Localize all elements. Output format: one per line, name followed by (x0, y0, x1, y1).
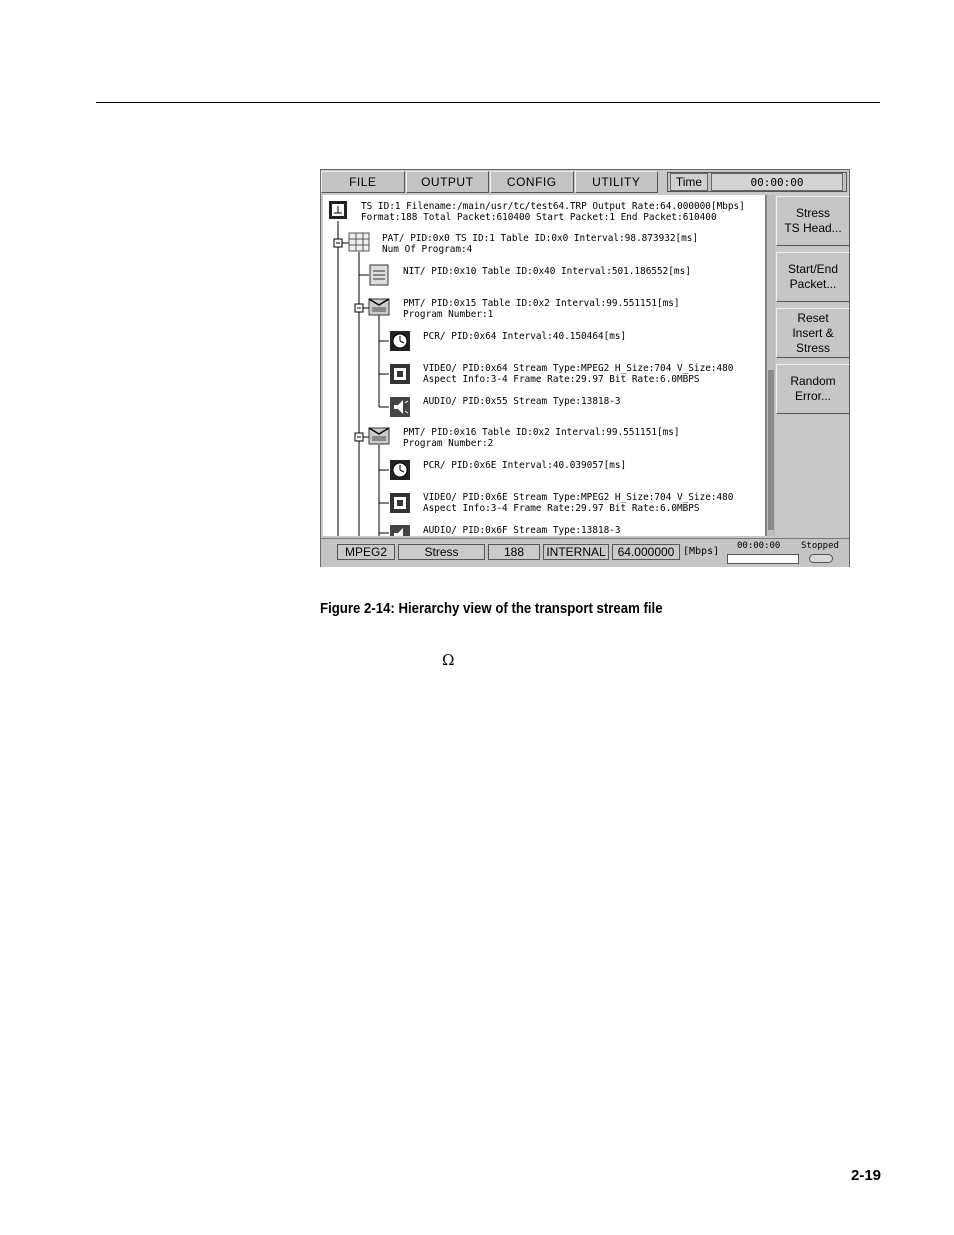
pcr1-info[interactable]: PCR/ PID:0x64 Interval:40.150464[ms] (423, 331, 626, 342)
status-packet-size: 188 (488, 544, 540, 560)
ts-info-line-1[interactable]: TS ID:1 Filename:/main/usr/tc/test64.TRP… (361, 201, 745, 212)
softkey-panel: Stress TS Head... Start/End Packet... Re… (776, 196, 850, 420)
menu-file[interactable]: FILE (321, 171, 405, 193)
status-progress (727, 554, 799, 564)
ts-hierarchy-screenshot: FILE OUTPUT CONFIG UTILITY Time 00:00:00 (320, 169, 850, 567)
video1-info-line-1[interactable]: VIDEO/ PID:0x64 Stream Type:MPEG2 H_Size… (423, 363, 734, 374)
start-end-packet-button[interactable]: Start/End Packet... (776, 252, 850, 302)
menu-config[interactable]: CONFIG (490, 171, 574, 193)
page-number: 2-19 (851, 1167, 882, 1184)
audio-icon-2 (390, 525, 410, 536)
pmt2-info-line-1[interactable]: PMT/ PID:0x16 Table ID:0x2 Interval:99.5… (403, 427, 680, 438)
video1-info-line-2: Aspect Info:3-4 Frame Rate:29.97 Bit Rat… (423, 374, 700, 385)
pmt1-info-line-2: Program Number:1 (403, 309, 494, 320)
video2-info-line-2: Aspect Info:3-4 Frame Rate:29.97 Bit Rat… (423, 503, 700, 514)
stress-ts-head-button[interactable]: Stress TS Head... (776, 196, 850, 246)
pmt-icon-2 (368, 427, 390, 445)
audio2-info[interactable]: AUDIO/ PID:0x6F Stream Type:13818-3 (423, 525, 621, 536)
status-clock: INTERNAL (543, 544, 609, 560)
omega-symbol: Ω (442, 651, 455, 669)
figure-caption: Figure 2-14: Hierarchy view of the trans… (320, 600, 663, 617)
tree-canvas: TS ID:1 Filename:/main/usr/tc/test64.TRP… (329, 201, 745, 536)
audio1-info[interactable]: AUDIO/ PID:0x55 Stream Type:13818-3 (423, 396, 621, 407)
pcr-icon-2 (390, 460, 410, 480)
pat-info-line-1[interactable]: PAT/ PID:0x0 TS ID:1 Table ID:0x0 Interv… (382, 233, 698, 244)
status-state: Stopped (801, 541, 839, 551)
status-time: 00:00:00 (737, 541, 781, 551)
pat-icon (348, 232, 370, 252)
status-indicator (809, 554, 833, 563)
time-display: Time 00:00:00 (667, 172, 847, 192)
pmt-icon (368, 298, 390, 316)
status-rate-unit: [Mbps] (683, 546, 720, 557)
menu-bar: FILE OUTPUT CONFIG UTILITY (321, 170, 659, 194)
scrollbar-thumb[interactable] (768, 370, 774, 530)
video2-info-line-1[interactable]: VIDEO/ PID:0x6E Stream Type:MPEG2 H_Size… (423, 492, 734, 503)
audio-icon (390, 397, 410, 417)
time-value: 00:00:00 (711, 173, 843, 191)
time-label: Time (670, 173, 708, 191)
pat-info-line-2: Num Of Program:4 (382, 244, 473, 255)
pcr2-info[interactable]: PCR/ PID:0x6E Interval:40.039057[ms] (423, 460, 626, 471)
video-icon-2 (390, 493, 410, 513)
menu-output[interactable]: OUTPUT (405, 171, 489, 193)
ts-icon (329, 201, 347, 219)
status-rate: 64.000000 (612, 544, 680, 560)
menu-utility[interactable]: UTILITY (574, 171, 658, 193)
reset-insert-stress-button[interactable]: Reset Insert & Stress (776, 308, 850, 358)
nit-info[interactable]: NIT/ PID:0x10 Table ID:0x40 Interval:501… (403, 266, 691, 277)
video-icon (390, 364, 410, 384)
pcr-icon (390, 331, 410, 351)
random-error-button[interactable]: Random Error... (776, 364, 850, 414)
pmt2-info-line-2: Program Number:2 (403, 438, 493, 449)
pmt1-info-line-1[interactable]: PMT/ PID:0x15 Table ID:0x2 Interval:99.5… (403, 298, 680, 309)
status-mode: Stress (398, 544, 485, 560)
status-format: MPEG2 (337, 544, 395, 560)
status-bar: MPEG2 Stress 188 INTERNAL 64.000000 [Mbp… (321, 538, 849, 567)
tree-scrollbar[interactable] (766, 195, 775, 536)
nit-icon (369, 264, 389, 286)
header-rule (96, 102, 880, 103)
ts-info-line-2: Format:188 Total Packet:610400 Start Pac… (361, 212, 717, 223)
hierarchy-tree[interactable]: TS ID:1 Filename:/main/usr/tc/test64.TRP… (323, 195, 766, 536)
